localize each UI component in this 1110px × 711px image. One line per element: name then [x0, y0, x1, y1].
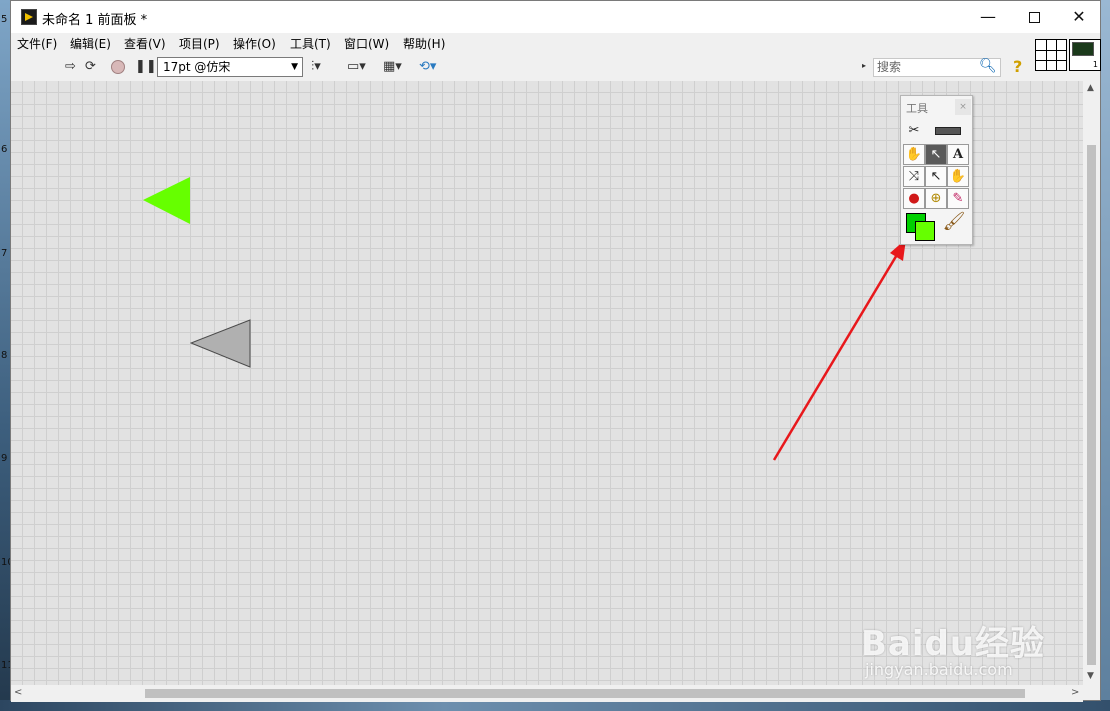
text-settings-value: 17pt @仿宋: [163, 60, 231, 74]
horizontal-scrollbar[interactable]: < >: [11, 685, 1083, 702]
green-triangle-shape: [143, 177, 190, 224]
front-panel-window: 未命名 1 前面板 * — ✕ 文件(F) 编辑(E) 查看(V) 项目(P) …: [10, 0, 1101, 702]
horizontal-scroll-thumb[interactable]: [145, 689, 1025, 698]
align-objects-icon[interactable]: ⫶▾: [311, 58, 321, 76]
scroll-left-icon[interactable]: <: [14, 687, 22, 698]
menu-tools[interactable]: 工具(T): [290, 35, 331, 52]
scroll-right-icon[interactable]: >: [1071, 687, 1079, 698]
help-icon[interactable]: ?: [1013, 57, 1022, 76]
watermark-url: jingyan.baidu.com: [865, 660, 1013, 679]
breakpoint-tool-icon[interactable]: ●: [903, 188, 925, 209]
shortcut-menu-tool-icon[interactable]: ↖: [925, 166, 947, 187]
vertical-scrollbar[interactable]: ▲ ▼: [1083, 81, 1100, 685]
tools-palette-title: 工具: [906, 102, 928, 115]
expand-arrow-icon[interactable]: ▸: [862, 61, 866, 70]
connect-wire-tool-icon[interactable]: ⤨: [903, 166, 925, 187]
minimize-button[interactable]: —: [965, 1, 1011, 33]
scroll-up-icon[interactable]: ▲: [1087, 83, 1094, 93]
window-title: 未命名 1 前面板 *: [42, 13, 148, 28]
chevron-down-icon: ▼: [291, 62, 298, 72]
probe-tool-icon[interactable]: ⊕: [925, 188, 947, 209]
edit-text-tool-icon[interactable]: A: [947, 144, 969, 165]
watermark-brand: Baidu经验: [861, 624, 1046, 664]
desktop-label: 5: [1, 14, 8, 25]
color-swatch[interactable]: [903, 210, 937, 243]
desktop-label: 7: [1, 248, 8, 259]
labview-app-icon: [21, 9, 37, 25]
palette-close-icon[interactable]: ×: [955, 99, 971, 115]
reorder-icon[interactable]: ⟲▾: [419, 58, 436, 76]
menu-edit[interactable]: 编辑(E): [70, 35, 111, 52]
close-button[interactable]: ✕: [1056, 1, 1102, 33]
menu-operate[interactable]: 操作(O): [233, 35, 276, 52]
annotation-arrow: [772, 239, 906, 461]
vertical-scroll-thumb[interactable]: [1087, 145, 1096, 665]
menu-project[interactable]: 项目(P): [179, 35, 220, 52]
desktop-background-left: 5 6 7 8 9 10 11: [0, 0, 14, 711]
desktop-label: 9: [1, 453, 8, 464]
toolbar: ⇨ ⟳ ❚❚ 17pt @仿宋 ▼ ⫶▾ ▭▾ ▦▾ ⟲▾ ▸ 搜索 🔍︎ ?: [11, 55, 1031, 79]
scroll-window-tool-icon[interactable]: ✋: [947, 166, 969, 187]
menu-bar: 文件(F) 编辑(E) 查看(V) 项目(P) 操作(O) 工具(T) 窗口(W…: [11, 33, 1031, 53]
search-placeholder: 搜索: [877, 60, 902, 74]
green-triangle[interactable]: [142, 176, 192, 226]
desktop-label: 8: [1, 350, 8, 361]
vi-icon-screen: [1072, 42, 1094, 56]
maximize-icon: [1028, 12, 1040, 23]
arrow-line: [772, 252, 900, 461]
resize-objects-icon[interactable]: ▦▾: [383, 58, 402, 76]
get-color-tool-icon[interactable]: ✎: [947, 188, 969, 209]
title-bar[interactable]: 未命名 1 前面板 * — ✕: [11, 1, 1100, 33]
menu-file[interactable]: 文件(F): [17, 35, 57, 52]
pause-icon[interactable]: ❚❚: [135, 58, 157, 76]
run-continuously-icon[interactable]: ⟳: [85, 58, 96, 76]
run-arrow-icon[interactable]: ⇨: [65, 58, 76, 76]
maximize-button[interactable]: [1011, 1, 1057, 33]
distribute-objects-icon[interactable]: ▭▾: [347, 58, 366, 76]
positioning-tool-icon[interactable]: ↖: [925, 144, 947, 165]
abort-icon[interactable]: [111, 60, 125, 74]
desktop-background-right: [1101, 0, 1110, 711]
gray-triangle-shape: [190, 319, 251, 368]
gray-triangle[interactable]: [190, 319, 252, 369]
text-settings-select[interactable]: 17pt @仿宋 ▼: [157, 57, 303, 77]
desktop-label: 6: [1, 144, 8, 155]
automatic-tool-selection-toggle[interactable]: [926, 121, 969, 142]
scroll-down-icon[interactable]: ▼: [1087, 671, 1094, 681]
menu-window[interactable]: 窗口(W): [344, 35, 389, 52]
set-color-brush-icon[interactable]: 🖌︎: [939, 212, 969, 240]
connector-pane-icon[interactable]: [1035, 39, 1067, 71]
vi-icon[interactable]: 1: [1069, 39, 1101, 71]
automatic-tool-selection-icon[interactable]: ✂: [903, 121, 925, 142]
search-icon[interactable]: 🔍︎: [979, 58, 997, 74]
background-color-swatch[interactable]: [915, 221, 935, 241]
tools-palette: 工具 × ✂ ✋ ↖ A ⤨ ↖ ✋ ● ⊕ ✎ 🖌︎: [900, 95, 973, 245]
operate-value-tool-icon[interactable]: ✋: [903, 144, 925, 165]
baidu-watermark: Baidu经验 jingyan.baidu.com: [861, 606, 1081, 686]
menu-view[interactable]: 查看(V): [124, 35, 166, 52]
menu-help[interactable]: 帮助(H): [403, 35, 445, 52]
vi-icon-number: 1: [1092, 60, 1098, 69]
